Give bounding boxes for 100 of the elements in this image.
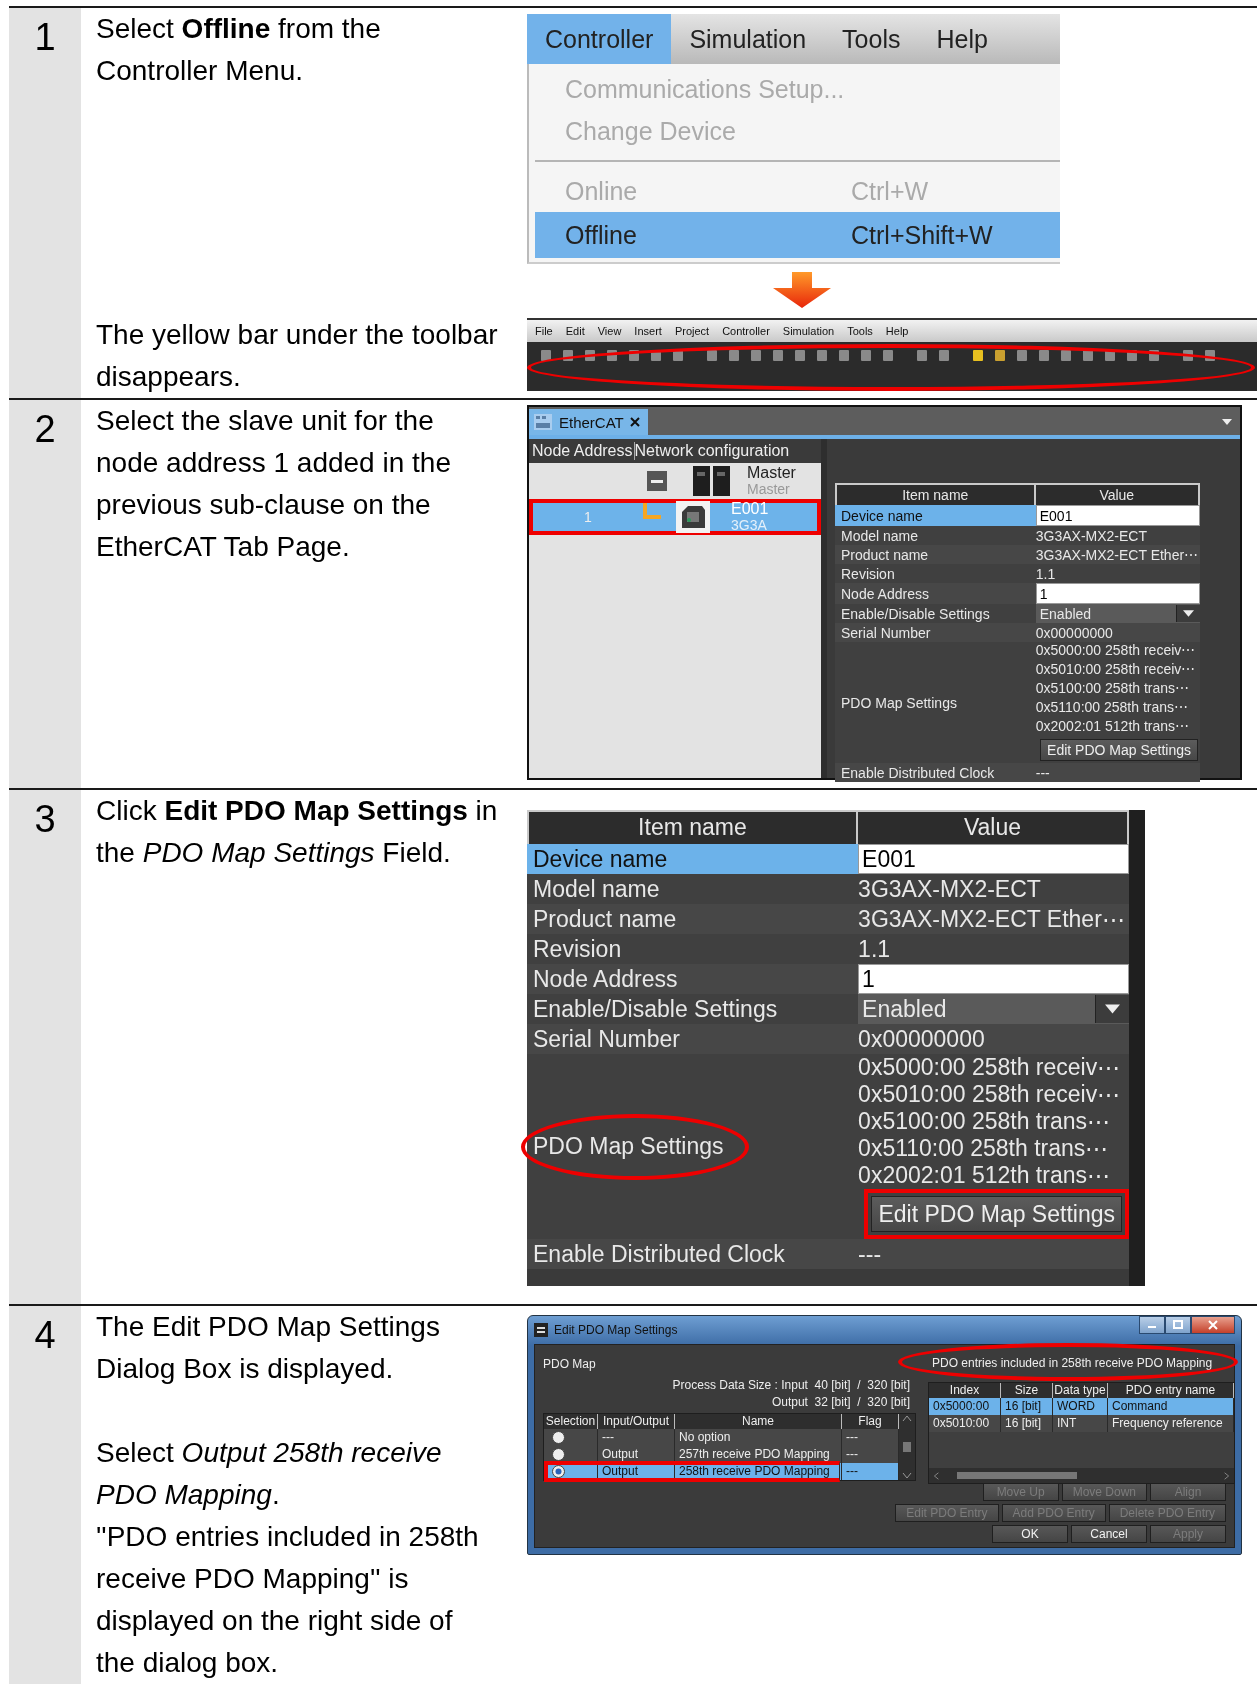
maximize-icon [1173, 1320, 1183, 1330]
property-row[interactable]: Revision 1.1 [527, 934, 1129, 964]
dialog-button[interactable]: Cancel [1071, 1525, 1147, 1543]
edit-button[interactable]: Edit PDO Map Settings [871, 1196, 1122, 1232]
property-name: Serial Number [532, 1024, 681, 1054]
edit-button[interactable]: Edit PDO Map Settings [1040, 739, 1198, 761]
dropdown[interactable]: Enabled [858, 994, 1129, 1024]
property-value: 0x5010:00 258th receiv⋯ [1035, 661, 1197, 679]
property-row[interactable]: Node Address 1 [835, 583, 1200, 604]
property-value: 0x2002:01 512th trans⋯ [1035, 718, 1191, 736]
scrollbar[interactable] [899, 1414, 915, 1480]
menu-item[interactable]: Offline Ctrl+Shift+W [535, 212, 1060, 258]
menu-title[interactable]: Insert [634, 325, 662, 337]
controller-icon [691, 464, 733, 498]
maximize-button[interactable] [1165, 1316, 1191, 1334]
property-name: Enable/Disable Settings [840, 604, 991, 623]
menu-title[interactable]: View [597, 325, 622, 337]
property-name: Device name [527, 844, 859, 874]
table-cell: Frequency reference [1108, 1415, 1234, 1432]
table-cell: Output [598, 1463, 675, 1480]
menu-title[interactable]: File [535, 325, 553, 337]
property-row[interactable]: Serial Number 0x00000000 [835, 623, 1200, 642]
close-icon[interactable] [629, 417, 640, 427]
property-value: --- [1035, 763, 1051, 782]
window-title: Edit PDO Map Settings [554, 1323, 678, 1337]
property-name: Model name [840, 526, 920, 545]
caret-icon [1176, 605, 1200, 622]
process-data-size: Process Data Size : Input 40 [bit] / 320 [bit] [672, 1377, 910, 1394]
menu-title[interactable]: Help [885, 325, 909, 337]
caret-icon [1222, 419, 1232, 425]
property-name: Product name [840, 545, 930, 564]
step-number: 1 [34, 15, 56, 60]
property-row[interactable]: Product name 3G3AX-MX2-ECT Ether⋯ [835, 545, 1200, 564]
property-name: Enable Distributed Clock [840, 763, 996, 782]
menu-title[interactable]: Simulation [671, 14, 825, 64]
property-name: Node Address [532, 964, 679, 994]
tab[interactable]: EtherCAT [529, 409, 648, 435]
menu-title[interactable]: Controller [722, 325, 770, 337]
property-row[interactable]: Product name 3G3AX-MX2-ECT Ether⋯ [527, 904, 1129, 934]
property-row[interactable]: Enable Distributed Clock --- [527, 1239, 1129, 1269]
node-name: Master [747, 464, 796, 481]
property-value: 3G3AX-MX2-ECT Ether⋯ [858, 904, 1126, 934]
property-name: Model name [532, 874, 661, 904]
instruction-text: Click Edit PDO Map Settings in the PDO Map Settings Field. [96, 794, 499, 870]
value-field[interactable]: E001 [1035, 505, 1200, 526]
property-row[interactable]: Enable Distributed Clock --- [835, 763, 1200, 782]
table-cell: 16 [bit] [1001, 1415, 1053, 1432]
menu-title[interactable]: Help [918, 14, 1006, 64]
table-row[interactable]: Output 257th receive PDO Mapping --- [544, 1446, 899, 1463]
property-name: Product name [532, 904, 678, 934]
property-name: Serial Number [840, 623, 932, 642]
property-value: 0x5100:00 258th trans⋯ [858, 1108, 1111, 1135]
collapse-icon[interactable] [647, 471, 667, 491]
value-field[interactable]: E001 [858, 844, 1129, 874]
property-value: 3G3AX-MX2-ECT Ether⋯ [1035, 545, 1200, 564]
property-value: 1.1 [1035, 564, 1057, 583]
scrollbar-thumb[interactable] [903, 1442, 911, 1452]
instruction-text: Select the slave unit for the node address 1 added in the previous sub-clause on the EtherCAT Tab Page. [96, 404, 452, 564]
property-value: 0x5110:00 258th trans⋯ [1035, 699, 1190, 717]
radio-button[interactable] [552, 1465, 565, 1478]
node-row[interactable]: Master Master [529, 463, 821, 499]
property-name: Device name [835, 505, 1036, 526]
property-value: 3G3AX-MX2-ECT [1035, 526, 1148, 545]
menu-title[interactable]: Edit [565, 325, 585, 337]
scrollbar[interactable] [929, 1468, 1234, 1483]
value-field[interactable]: 1 [1035, 583, 1200, 604]
table-row[interactable]: Output 258th receive PDO Mapping --- [544, 1463, 899, 1480]
table-row[interactable]: 0x5000:00 16 [bit] WORD Command [929, 1398, 1234, 1415]
property-row[interactable]: Device name E001 [527, 844, 1129, 874]
table-row[interactable]: --- No option --- [544, 1429, 899, 1446]
property-name: Revision [532, 934, 623, 964]
section-label: PDO Map [543, 1357, 597, 1371]
dropdown[interactable]: Enabled [1035, 604, 1200, 623]
property-row[interactable]: Model name 3G3AX-MX2-ECT [527, 874, 1129, 904]
menu-title[interactable]: Controller [527, 14, 672, 64]
menu-title[interactable]: Tools [847, 325, 873, 337]
property-row[interactable]: Node Address 1 [527, 964, 1129, 994]
minimize-button[interactable] [1139, 1316, 1165, 1334]
property-row[interactable]: Device name E001 [835, 505, 1200, 526]
table-cell: INT [1053, 1415, 1108, 1432]
property-row[interactable]: Enable/Disable Settings Enabled [527, 994, 1129, 1024]
table-row[interactable]: 0x5010:00 16 [bit] INT Frequency reference [929, 1415, 1234, 1432]
caret-icon [1095, 995, 1129, 1023]
table-cell: 0x5010:00 [929, 1415, 1001, 1432]
column-header: Value [962, 813, 1022, 842]
dialog-button[interactable]: OK [992, 1525, 1068, 1543]
menu-title[interactable]: Project [674, 325, 710, 337]
property-value: 3G3AX-MX2-ECT [858, 874, 1042, 904]
radio-button[interactable] [552, 1448, 565, 1461]
scrollbar-thumb[interactable] [957, 1472, 1077, 1479]
menu-title[interactable]: Simulation [782, 325, 835, 337]
down-arrow-icon [773, 272, 831, 308]
menu-title[interactable]: Tools [824, 14, 919, 64]
property-name: Revision [840, 564, 896, 583]
radio-button[interactable] [552, 1431, 565, 1444]
close-button[interactable] [1191, 1316, 1235, 1334]
property-row[interactable]: Serial Number 0x00000000 [527, 1024, 1129, 1054]
property-value: 0x2002:01 512th trans⋯ [858, 1162, 1111, 1189]
value-field[interactable]: 1 [858, 964, 1129, 994]
instruction-text: Select Offline from the Controller Menu. [96, 12, 382, 88]
